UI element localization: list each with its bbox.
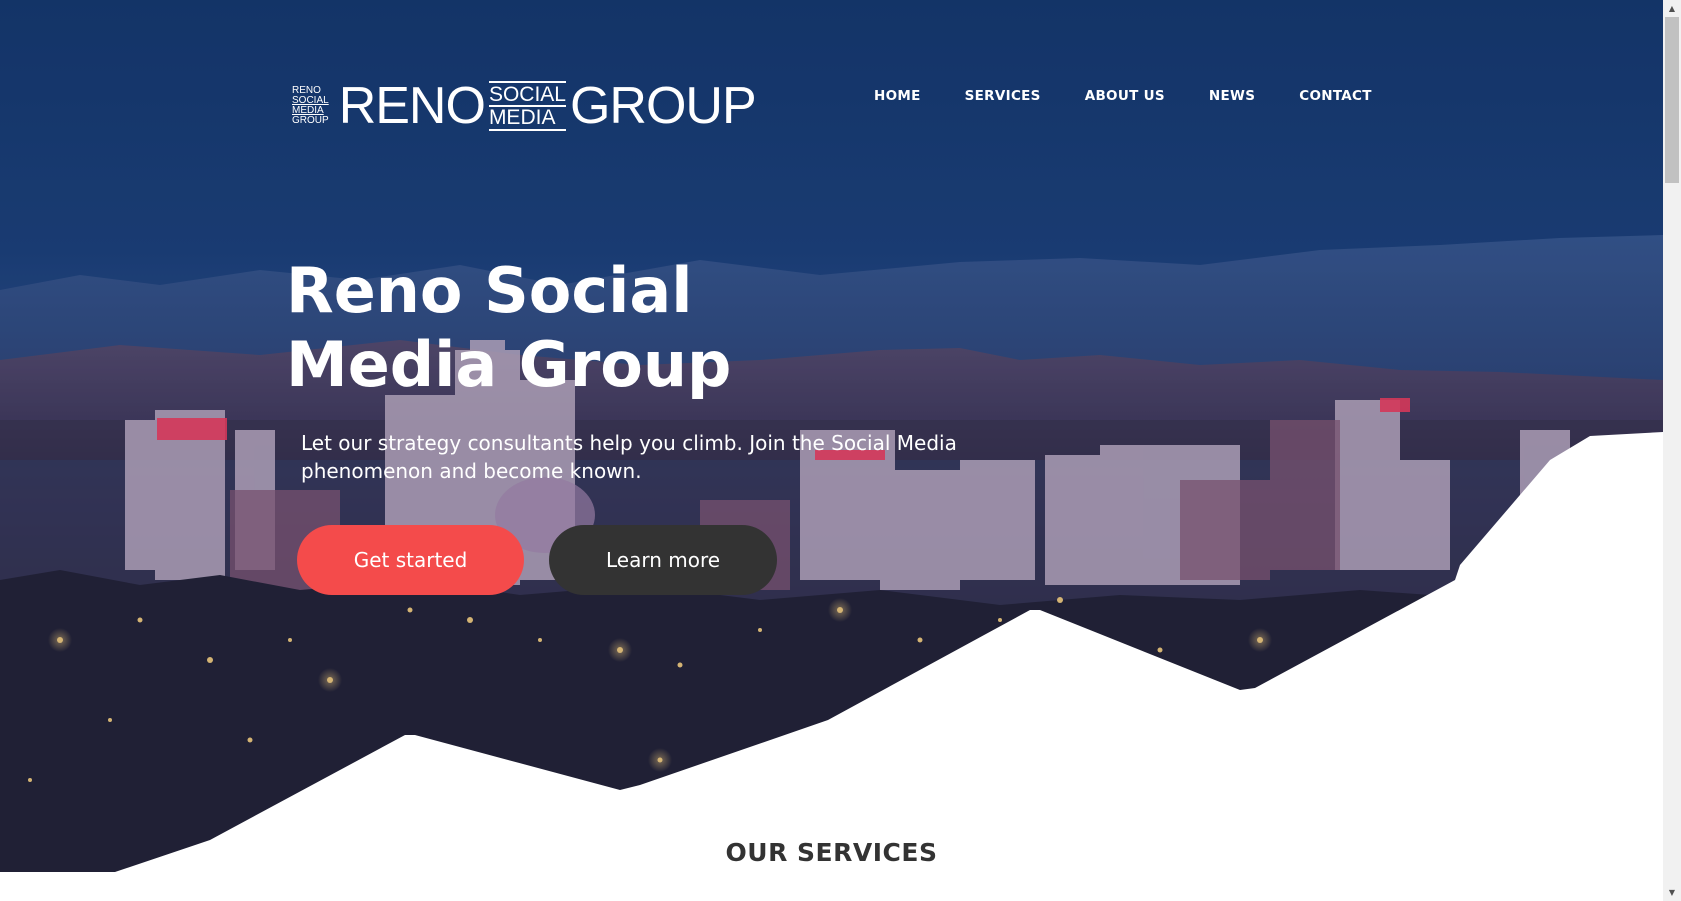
get-started-button[interactable]: Get started (297, 525, 524, 595)
nav-contact[interactable]: CONTACT (1299, 88, 1372, 104)
navbar: RENO SOCIAL MEDIA GROUP RENO SOCIAL MEDI… (0, 0, 1663, 200)
hero-subtitle-line: phenomenon and become known. (301, 459, 642, 483)
logo-social-media: SOCIAL MEDIA (488, 81, 566, 131)
vertical-scrollbar[interactable]: ▲ ▼ (1663, 0, 1681, 901)
main-nav: HOME SERVICES ABOUT US NEWS CONTACT (874, 88, 1372, 104)
hero-title-line: Media Group (286, 328, 732, 401)
nav-home[interactable]: HOME (874, 88, 921, 104)
hero-subtitle-line: Let our strategy consultants help you cl… (301, 431, 957, 455)
scrollbar-thumb[interactable] (1665, 17, 1679, 183)
nav-news[interactable]: NEWS (1209, 88, 1255, 104)
logo-small-text: RENO SOCIAL MEDIA GROUP (292, 86, 329, 126)
page: RENO SOCIAL MEDIA GROUP RENO SOCIAL MEDI… (0, 0, 1681, 901)
nav-services[interactable]: SERVICES (965, 88, 1041, 104)
nav-about-us[interactable]: ABOUT US (1085, 88, 1165, 104)
logo-small-line: GROUP (292, 115, 329, 126)
hero-section: RENO SOCIAL MEDIA GROUP RENO SOCIAL MEDI… (0, 0, 1663, 901)
logo-reno: RENO (338, 77, 486, 135)
hero-subtitle: Let our strategy consultants help you cl… (301, 429, 991, 485)
hero-title-line: Reno Social (286, 254, 693, 327)
services-heading: OUR SERVICES (725, 838, 938, 867)
learn-more-button[interactable]: Learn more (549, 525, 777, 595)
hero-title: Reno Social Media Group (286, 254, 846, 402)
logo-media: MEDIA (488, 106, 556, 129)
scroll-up-icon[interactable]: ▲ (1663, 0, 1681, 17)
scroll-down-icon[interactable]: ▼ (1663, 884, 1681, 901)
logo-group: GROUP (569, 77, 757, 135)
logo-social: SOCIAL (488, 83, 566, 107)
brand-logo[interactable]: RENO SOCIAL MEDIA GROUP RENO SOCIAL MEDI… (292, 77, 757, 135)
